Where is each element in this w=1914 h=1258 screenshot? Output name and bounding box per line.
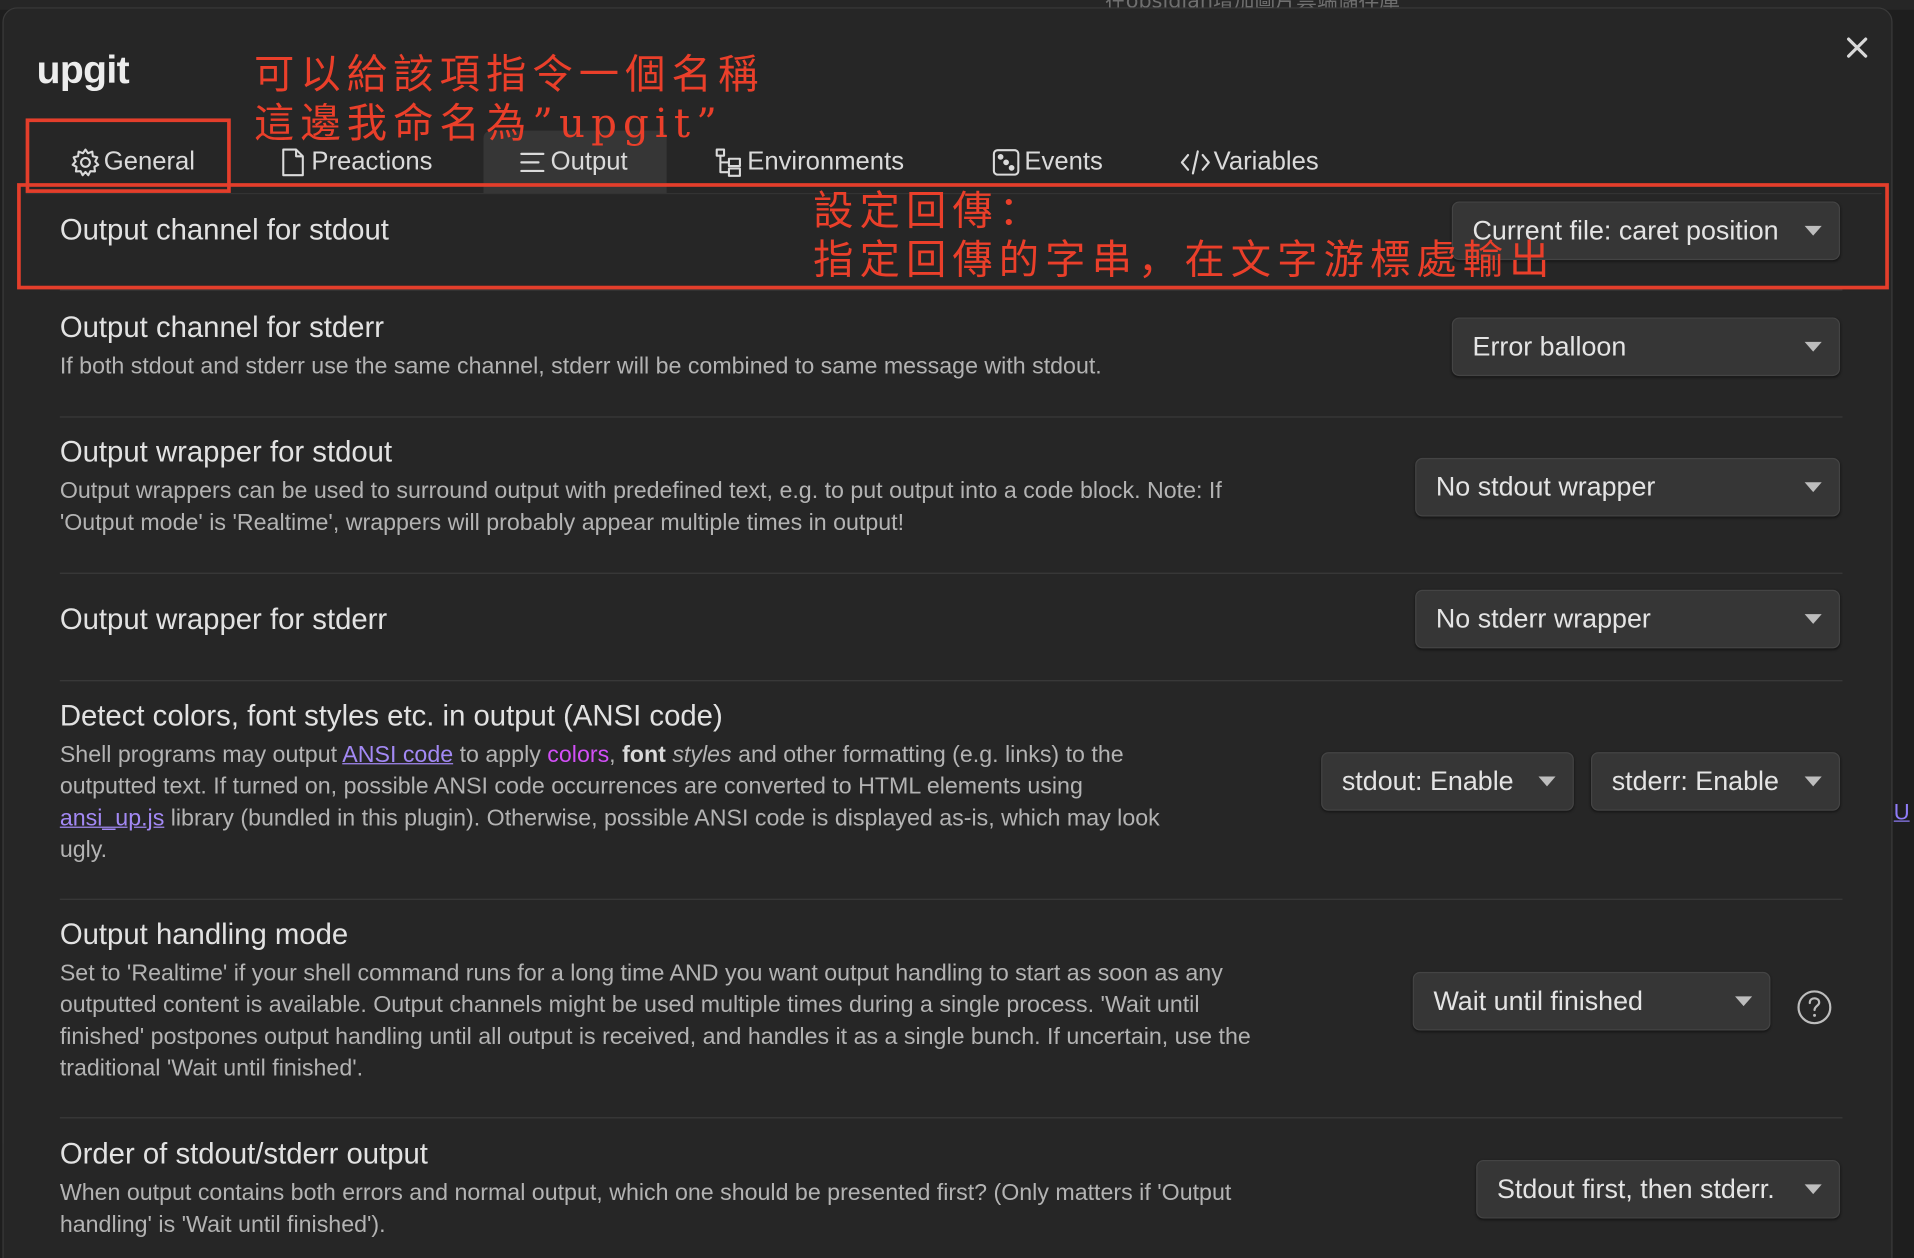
annotation-line: 指定回傳的字串，在文字游標處輸出 — [813, 235, 1556, 284]
dropdown-value: Stdout first, then stderr. — [1496, 1173, 1775, 1204]
background-link[interactable]: U — [1894, 800, 1910, 826]
setting-name: Detect colors, font styles etc. in outpu… — [59, 699, 723, 733]
setting-description: Shell programs may output ANSI code to a… — [60, 740, 1843, 867]
text: to apply — [453, 742, 548, 769]
tab-label: Variables — [1213, 147, 1319, 176]
text: Shell programs may output — [59, 742, 343, 769]
close-icon[interactable] — [1839, 29, 1876, 66]
chevron-down-icon — [1804, 614, 1822, 624]
text: and other formatting (e.g. links) to the — [731, 742, 1124, 769]
code-icon — [1179, 147, 1211, 179]
divider — [59, 572, 1843, 574]
text: library (bundled in this plugin). Otherw… — [164, 805, 1160, 832]
annotation-box-general-tab — [25, 118, 231, 193]
handling-mode-dropdown[interactable]: Wait until finished — [1412, 971, 1771, 1031]
setting-name: Output handling mode — [59, 918, 349, 952]
ansi-code-link[interactable]: ANSI code — [342, 742, 453, 768]
chevron-down-icon — [1804, 776, 1822, 787]
tab-label: Environments — [747, 147, 905, 176]
annotation-line: 設定回傳： — [813, 186, 1046, 235]
chevron-down-icon — [1804, 341, 1822, 352]
description-line: traditional 'Wait until finished'. — [59, 1056, 364, 1082]
ansi-stdout-dropdown[interactable]: stdout: Enable — [1321, 752, 1574, 811]
dropdown-value: stdout: Enable — [1341, 765, 1514, 797]
annotation-line: 可以給該項指令一個名稱 — [253, 50, 765, 98]
divider — [59, 898, 1843, 900]
modal-title: upgit — [36, 47, 130, 92]
description-line: ansi_up.js library (bundled in this plug… — [60, 803, 1843, 835]
setting-ansi-detection: Detect colors, font styles etc. in outpu… — [60, 698, 1843, 866]
divider — [59, 289, 1843, 291]
chevron-down-icon — [1538, 776, 1556, 787]
output-order-dropdown[interactable]: Stdout first, then stderr. — [1476, 1159, 1841, 1219]
tree-icon — [713, 147, 745, 179]
stderr-wrapper-dropdown[interactable]: No stderr wrapper — [1415, 589, 1841, 649]
tab-label: Preactions — [311, 147, 433, 176]
annotation-name-note: 可以給該項指令一個名稱 這邊我命名為”upgit” — [254, 50, 764, 148]
colors-word: colors — [547, 742, 610, 769]
divider — [59, 416, 1843, 418]
stderr-channel-dropdown[interactable]: Error balloon — [1451, 317, 1841, 377]
ansi-stderr-dropdown[interactable]: stderr: Enable — [1590, 752, 1841, 811]
dropdown-value: Error balloon — [1472, 330, 1627, 362]
description-line: outputted text. If turned on, possible A… — [59, 774, 1083, 800]
chevron-down-icon — [1735, 996, 1753, 1007]
dropdown-value: stderr: Enable — [1611, 765, 1779, 797]
divider — [59, 680, 1843, 682]
font-word: font — [622, 742, 666, 769]
tab-label: Events — [1024, 147, 1103, 176]
dropdown-value: No stderr wrapper — [1435, 603, 1651, 634]
help-circle-icon[interactable] — [1795, 988, 1834, 1027]
annotation-line: 這邊我命名為”upgit” — [253, 98, 723, 147]
chevron-down-icon — [1804, 1184, 1822, 1195]
text: , — [609, 742, 623, 769]
divider — [59, 1117, 1843, 1119]
styles-word: styles — [672, 742, 732, 769]
file-icon — [277, 147, 309, 179]
lines-icon — [516, 147, 548, 179]
description-line: ugly. — [59, 837, 108, 864]
tab-label: Output — [550, 147, 628, 176]
stdout-wrapper-dropdown[interactable]: No stdout wrapper — [1415, 457, 1841, 517]
ansi-up-link[interactable]: ansi_up.js — [60, 806, 164, 832]
chevron-down-icon — [1804, 482, 1822, 493]
dropdown-value: Wait until finished — [1433, 985, 1643, 1016]
dice-icon — [990, 147, 1022, 179]
annotation-return-note: 設定回傳： 指定回傳的字串，在文字游標處輸出 — [813, 187, 1555, 285]
screen: 在obsidian增加圖片雲端儲存庫 U upgit General — [0, 0, 1914, 1258]
description-line: Shell programs may output ANSI code to a… — [60, 740, 1843, 772]
dropdown-value: No stdout wrapper — [1435, 471, 1656, 502]
